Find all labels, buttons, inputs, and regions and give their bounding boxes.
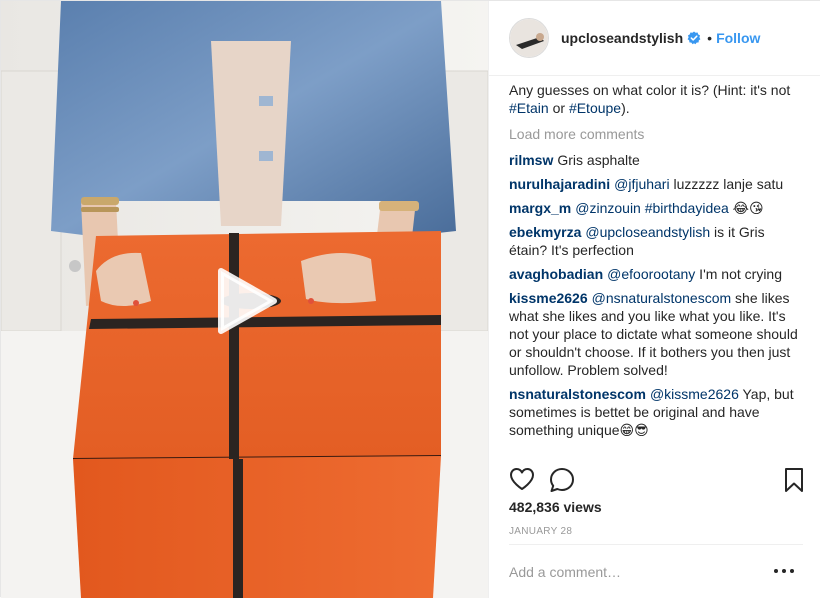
more-options-icon[interactable] xyxy=(772,563,796,579)
comment-username-link[interactable]: kissme2626 xyxy=(509,290,588,306)
comment-bubble-icon[interactable] xyxy=(549,467,575,498)
comment-item: ebekmyrza @upcloseandstylish is it Gris é… xyxy=(509,223,804,259)
add-comment-input[interactable] xyxy=(509,559,759,585)
comment-text: Gris asphalte xyxy=(557,152,640,168)
separator-dot: • xyxy=(707,30,713,46)
post-sidebar: upcloseandstylish • Follow Any guesses o… xyxy=(488,1,820,598)
comment-item: avaghobadian @efoorootany I'm not crying xyxy=(509,265,804,283)
hashtag-link[interactable]: #Etain xyxy=(509,100,549,116)
post-caption: Any guesses on what color it is? (Hint: … xyxy=(509,81,804,117)
comment-item: nsnaturalstonescom @kissme2626 Yap, but s… xyxy=(509,385,804,439)
post-date[interactable]: JANUARY 28 xyxy=(509,526,572,537)
username-link[interactable]: upcloseandstylish xyxy=(561,30,683,46)
comment-item: margx_m @zinzouin #birthdayidea 😂😘 xyxy=(509,199,804,217)
caption-text: or xyxy=(548,100,569,116)
play-icon[interactable] xyxy=(209,266,279,336)
action-bar xyxy=(509,467,804,493)
avatar[interactable] xyxy=(509,18,549,58)
comment-mention-link[interactable]: @jfjuhari xyxy=(614,176,669,192)
comment-thread: rilmsw Gris asphalte nurulhajaradini @jfjuh… xyxy=(509,151,804,439)
comment-username-link[interactable]: margx_m xyxy=(509,200,571,216)
comment-item: rilmsw Gris asphalte xyxy=(509,151,804,169)
comment-mention-link[interactable]: @kissme2626 xyxy=(650,386,739,402)
comment-text: luzzzzz lanje satu xyxy=(669,176,784,192)
comment-item: kissme2626 @nsnaturalstonescom she likes … xyxy=(509,289,804,379)
caption-text: ). xyxy=(621,100,630,116)
comment-mention-link[interactable]: @efoorootany xyxy=(607,266,695,282)
comment-item: nurulhajaradini @jfjuhari luzzzzz lanje s… xyxy=(509,175,804,193)
follow-button[interactable]: Follow xyxy=(716,30,760,46)
comment-mention-link[interactable]: @upcloseandstylish xyxy=(585,224,710,240)
comment-text: 😂😘 xyxy=(728,200,764,216)
load-more-comments-button[interactable]: Load more comments xyxy=(509,125,804,143)
comments-list[interactable]: Any guesses on what color it is? (Hint: … xyxy=(509,81,804,459)
verified-badge-icon xyxy=(687,31,701,45)
comment-username-link[interactable]: avaghobadian xyxy=(509,266,603,282)
comment-username-link[interactable]: nsnaturalstonescom xyxy=(509,386,646,402)
heart-icon[interactable] xyxy=(509,467,535,496)
comment-username-link[interactable]: nurulhajaradini xyxy=(509,176,610,192)
post-modal: upcloseandstylish • Follow Any guesses o… xyxy=(0,0,820,598)
caption-text: Any guesses on what color it is? (Hint: … xyxy=(509,82,791,98)
hashtag-link[interactable]: #Etoupe xyxy=(569,100,621,116)
comment-mention-link[interactable]: @zinzouin xyxy=(575,200,641,216)
comment-username-link[interactable]: ebekmyrza xyxy=(509,224,581,240)
comment-mention-link[interactable]: @nsnaturalstonescom xyxy=(592,290,732,306)
comment-username-link[interactable]: rilmsw xyxy=(509,152,553,168)
divider xyxy=(509,544,803,545)
post-header: upcloseandstylish • Follow xyxy=(489,1,820,76)
video-player[interactable] xyxy=(1,1,488,598)
bookmark-icon[interactable] xyxy=(783,467,805,498)
comment-mention-link[interactable]: #birthdayidea xyxy=(645,200,729,216)
view-count[interactable]: 482,836 views xyxy=(509,499,602,515)
comment-text: I'm not crying xyxy=(695,266,782,282)
